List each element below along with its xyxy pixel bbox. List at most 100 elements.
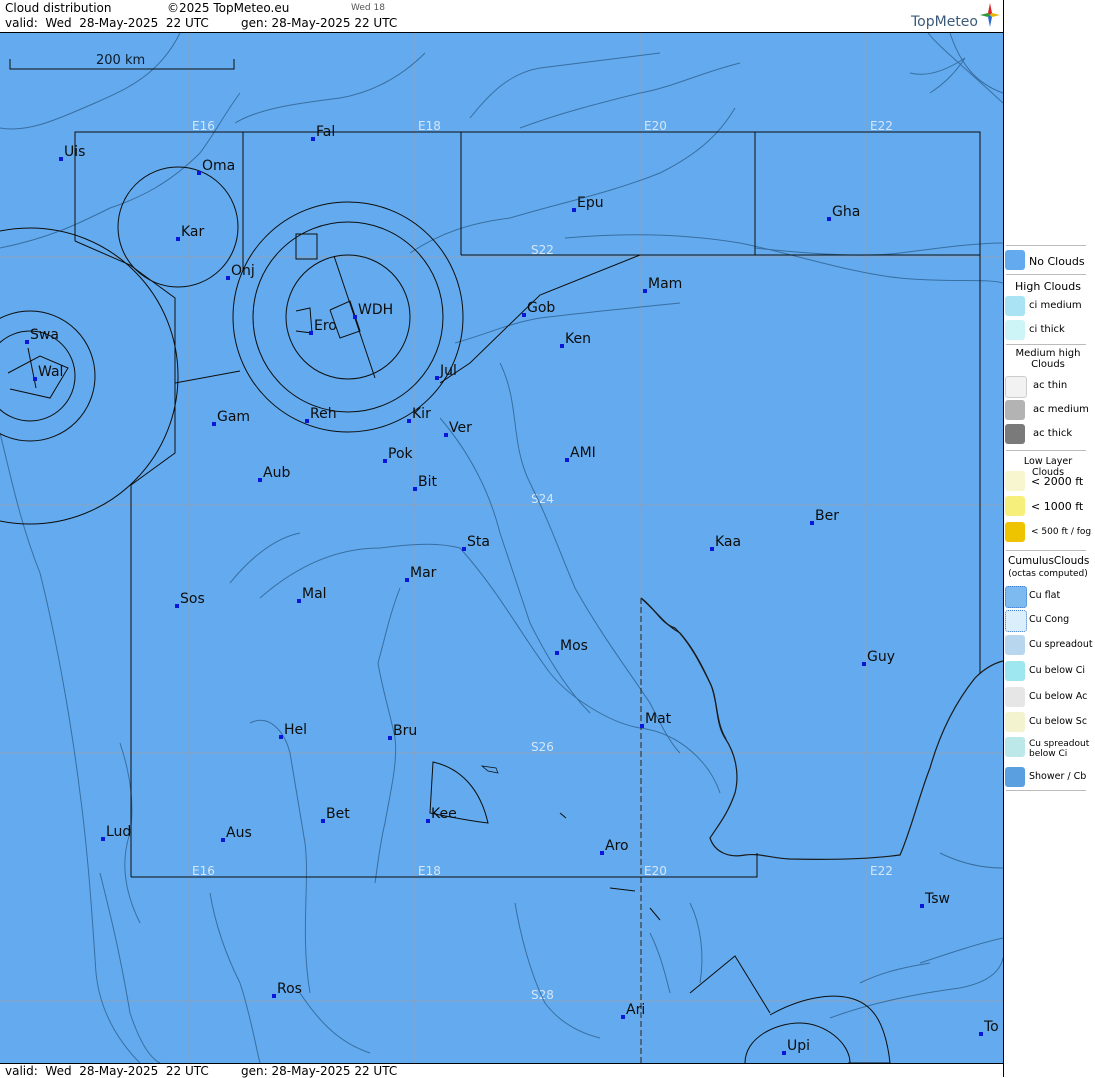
legend-separator	[1006, 790, 1086, 791]
lat-label: S24	[531, 492, 554, 506]
place-label: Reh	[310, 406, 337, 422]
place-label: Ken	[565, 331, 591, 347]
legend-label: < 2000 ft	[1031, 475, 1084, 488]
legend-label: Cu flat	[1029, 590, 1061, 601]
place-ero: Ero	[309, 318, 337, 335]
footer-generated-time: gen: 28-May-2025 22 UTC	[241, 1064, 398, 1078]
legend-separator	[1006, 245, 1086, 246]
legend-section-high: High Clouds	[1015, 280, 1081, 293]
place-marker	[407, 419, 411, 423]
place-marker	[197, 171, 201, 175]
place-label: Wal	[38, 364, 63, 380]
place-label: Epu	[577, 195, 604, 211]
legend-label: Shower / Cb	[1029, 771, 1087, 782]
place-label: Aro	[605, 838, 629, 854]
place-reh: Reh	[305, 406, 337, 423]
cu-below-ci-swatch	[1005, 661, 1025, 681]
cu-flat-swatch	[1005, 586, 1027, 608]
place-marker	[272, 994, 276, 998]
place-marker	[555, 651, 559, 655]
place-marker	[782, 1051, 786, 1055]
legend-separator	[1006, 344, 1086, 345]
place-label: Mam	[648, 276, 682, 292]
lon-label: E20	[644, 119, 667, 133]
place-guy: Guy	[862, 649, 895, 666]
place-gha: Gha	[827, 204, 860, 221]
place-marker	[810, 521, 814, 525]
place-marker	[25, 340, 29, 344]
place-label: Aus	[226, 825, 252, 841]
place-marker	[311, 137, 315, 141]
place-marker	[640, 724, 644, 728]
place-pok: Pok	[383, 446, 414, 463]
day-tab[interactable]: Wed 18	[351, 3, 385, 13]
no-clouds-swatch	[1005, 250, 1025, 270]
lon-label: E18	[418, 864, 441, 878]
place-marker	[827, 217, 831, 221]
place-label: Ero	[314, 318, 337, 334]
legend-label: Cu spreadout	[1029, 639, 1093, 650]
legend-cu-below-ac: Cu below Ac	[1005, 687, 1095, 707]
place-marker	[600, 851, 604, 855]
place-marker	[383, 459, 387, 463]
place-ken: Ken	[560, 331, 591, 348]
legend-label: Cu Cong	[1029, 614, 1070, 625]
place-marker	[572, 208, 576, 212]
place-sos: Sos	[175, 591, 205, 608]
cu-below-sc-swatch	[1005, 712, 1025, 732]
place-marker	[176, 237, 180, 241]
place-marker	[279, 735, 283, 739]
legend-cu-spreadout: Cu spreadout	[1005, 635, 1095, 655]
ac-thick-swatch	[1005, 424, 1025, 444]
legend-cu-spreadout-below-ci: Cu spreadout below Ci	[1005, 737, 1095, 761]
topmeteo-logo-text: TopMeteo	[911, 14, 978, 30]
compass-star-icon	[980, 3, 1000, 27]
lat-label: S26	[531, 740, 554, 754]
generated-time: gen: 28-May-2025 22 UTC	[241, 16, 398, 30]
place-aus: Aus	[221, 825, 252, 842]
place-label: Tsw	[924, 891, 950, 907]
legend-label: ci thick	[1029, 324, 1065, 335]
legend-label: ac thick	[1033, 428, 1073, 439]
place-marker	[388, 736, 392, 740]
place-swa: Swa	[25, 327, 59, 344]
place-marker	[621, 1015, 625, 1019]
low-2000-swatch	[1005, 471, 1025, 491]
legend-label: Cu below Ac	[1029, 691, 1088, 702]
legend-ci-thick: ci thick	[1005, 320, 1095, 340]
place-marker	[226, 276, 230, 280]
place-gam: Gam	[212, 409, 250, 426]
place-marker	[413, 487, 417, 491]
place-ver: Ver	[444, 420, 472, 437]
place-marker	[643, 289, 647, 293]
legend-label: ac medium	[1033, 404, 1089, 415]
place-label: Kaa	[715, 534, 741, 550]
place-label: Kar	[181, 224, 205, 240]
place-label: Kir	[412, 406, 431, 422]
place-label: Mat	[645, 711, 672, 727]
legend-ci-medium: ci medium	[1005, 296, 1095, 316]
place-label: Swa	[30, 327, 59, 343]
cloud-map[interactable]: E16 E18 E20 E22 E16 E18 E20 E22 S22 S24 …	[0, 33, 1003, 1063]
place-marker	[862, 662, 866, 666]
low-500-swatch	[1005, 522, 1025, 542]
legend-label: Cu below Ci	[1029, 665, 1086, 676]
valid-time: valid: Wed 28-May-2025 22 UTC	[5, 16, 209, 30]
lon-label: E20	[644, 864, 667, 878]
place-aro: Aro	[600, 838, 629, 855]
place-label: Gha	[832, 204, 860, 220]
cu-spreadout-swatch	[1005, 635, 1025, 655]
place-kee: Kee	[426, 806, 457, 823]
place-oma: Oma	[197, 158, 235, 175]
lon-label: E22	[870, 119, 893, 133]
legend-separator	[1006, 550, 1086, 551]
legend-ac-thin: ac thin	[1005, 376, 1095, 398]
legend-ac-thick: ac thick	[1005, 424, 1095, 444]
place-wal: Wal	[33, 364, 63, 381]
place-mal: Mal	[297, 586, 327, 603]
legend-label: < 500 ft / fog	[1031, 527, 1092, 537]
place-label: To	[983, 1019, 999, 1035]
place-label: Fal	[316, 124, 335, 140]
place-label: Mal	[302, 586, 327, 602]
legend-cu-below-ci: Cu below Ci	[1005, 661, 1095, 681]
